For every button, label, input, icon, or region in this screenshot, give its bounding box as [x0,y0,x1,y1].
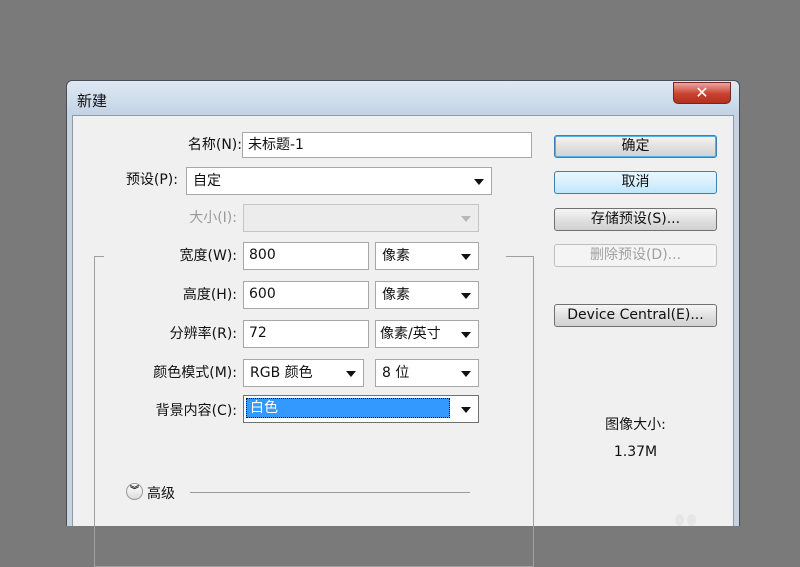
chevron-down-icon [461,332,471,338]
close-icon: ✕ [695,83,709,102]
preset-group-border-top-right [506,256,534,257]
bit-depth-value: 8 位 [382,365,410,381]
watermark-mark [687,514,696,526]
advanced-label: 高级 [147,486,175,502]
chevron-down-icon [461,407,471,413]
width-input[interactable]: 800 [243,242,369,270]
height-label: 高度(H): [182,287,237,303]
name-label: 名称(N): [187,137,242,153]
chevron-down-icon [474,179,484,185]
delete-preset-button: 删除预设(D)... [554,244,717,267]
width-label: 宽度(W): [179,248,237,264]
background-value: 白色 [246,398,450,418]
dialog-title: 新建 [77,92,108,110]
preset-label: 预设(P): [125,172,178,188]
height-unit-value: 像素 [382,287,410,303]
close-button[interactable]: ✕ [673,82,731,104]
color-mode-label: 颜色模式(M): [153,365,237,381]
name-input[interactable]: 未标题-1 [242,132,532,158]
ok-button[interactable]: 确定 [554,135,717,158]
preset-group-border-left [94,256,95,566]
preset-select[interactable]: 自定 [186,167,492,195]
resolution-label: 分辨率(R): [169,326,237,342]
preset-group-border-right [533,256,534,566]
resolution-unit-value: 像素/英寸 [380,326,441,342]
size-select [243,204,479,232]
preset-value: 自定 [193,173,221,189]
chevron-down-icon [461,254,471,260]
chevron-down-icon [461,371,471,377]
image-size-value: 1.37M [613,444,658,460]
chevron-down-icon [346,371,356,377]
height-unit-select[interactable]: 像素 [375,281,479,309]
new-document-dialog: 新建 ✕ 名称(N): 未标题-1 预设(P): 自定 大小(I): 宽度(W)… [66,80,740,567]
width-unit-value: 像素 [382,248,410,264]
advanced-divider [190,492,470,493]
bit-depth-select[interactable]: 8 位 [375,359,479,387]
image-size-label: 图像大小: [605,417,666,433]
chevron-down-icon [461,216,471,222]
resolution-unit-select[interactable]: 像素/英寸 [375,320,479,348]
cancel-button[interactable]: 取消 [554,171,717,194]
device-central-button[interactable]: Device Central(E)... [554,304,717,327]
height-input[interactable]: 600 [243,281,369,309]
dialog-body: 名称(N): 未标题-1 预设(P): 自定 大小(I): 宽度(W): 800… [72,115,734,567]
resolution-input[interactable]: 72 [243,320,369,348]
background-select[interactable]: 白色 [243,395,479,423]
advanced-expand-button[interactable]: ︾ [126,483,143,500]
watermark-mark [675,514,684,526]
width-unit-select[interactable]: 像素 [375,242,479,270]
save-preset-button[interactable]: 存储预设(S)... [554,208,717,231]
preset-group-border-top-left [94,256,104,257]
color-mode-select[interactable]: RGB 颜色 [243,359,364,387]
double-chevron-down-icon: ︾ [129,486,139,496]
color-mode-value: RGB 颜色 [250,365,313,381]
size-label: 大小(I): [189,210,237,226]
background-label: 背景内容(C): [155,403,237,419]
title-bar[interactable]: 新建 ✕ [67,81,739,115]
chevron-down-icon [461,293,471,299]
